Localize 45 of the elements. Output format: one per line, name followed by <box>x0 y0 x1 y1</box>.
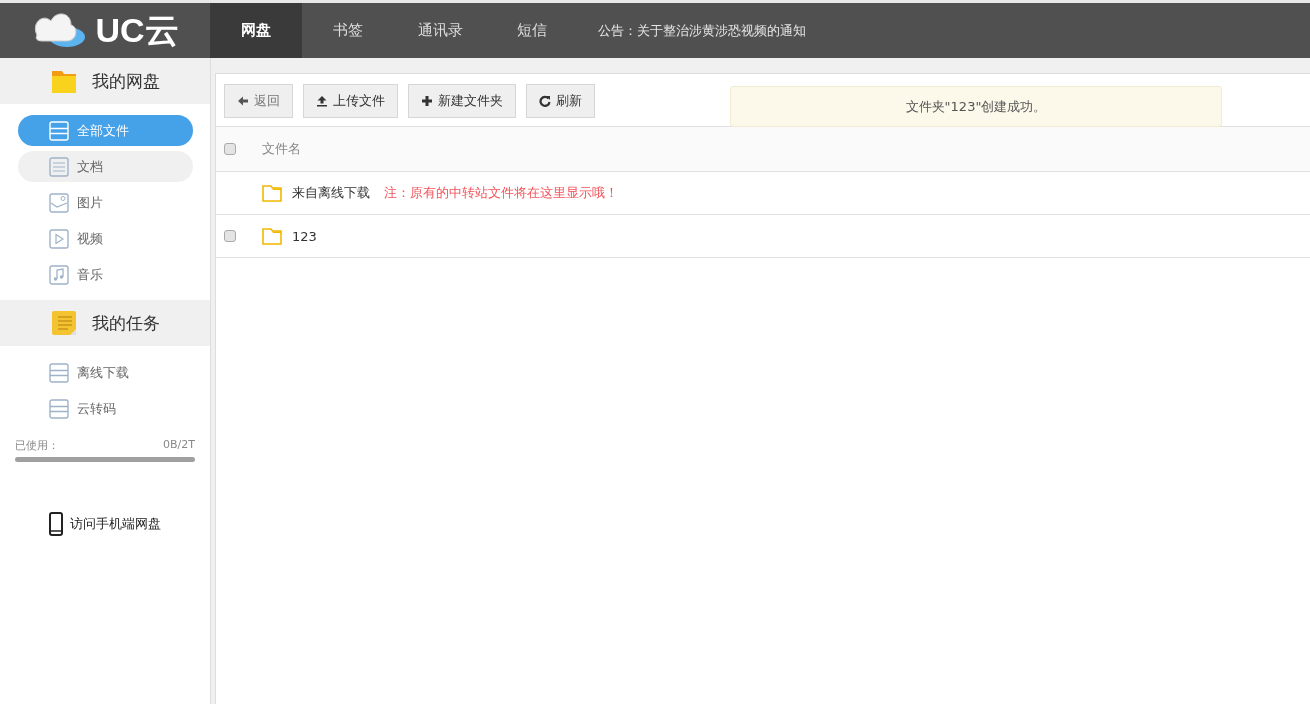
sidebar-item[interactable]: 视频 <box>18 223 193 254</box>
file-row[interactable]: 123 <box>216 215 1310 258</box>
file-row[interactable]: 来自离线下载 注：原有的中转站文件将在这里显示哦！ <box>216 172 1310 215</box>
play-icon <box>49 228 69 249</box>
logo-text: UC云 <box>95 9 179 51</box>
refresh-icon <box>539 95 551 107</box>
list-icon <box>49 120 69 141</box>
arrow-left-icon <box>237 95 249 107</box>
list-icon <box>49 398 69 419</box>
announcement-link[interactable]: 公告：关于整治涉黄涉恐视频的通知 <box>598 21 806 40</box>
toolbar-button[interactable]: 新建文件夹 <box>408 84 516 118</box>
section-title: 我的任务 <box>92 311 160 335</box>
folder-icon <box>262 184 282 202</box>
list-icon <box>49 362 69 383</box>
toolbar-button[interactable]: 返回 <box>224 84 293 118</box>
nav-tab[interactable]: 短信 <box>486 3 578 58</box>
toolbar-button[interactable]: 刷新 <box>526 84 595 118</box>
folder-icon <box>262 227 282 245</box>
sidebar-item[interactable]: 云转码 <box>18 393 193 424</box>
sidebar-item[interactable]: 音乐 <box>18 259 193 290</box>
checkbox[interactable] <box>224 230 236 242</box>
usage-label: 已使用： <box>15 438 59 453</box>
plus-icon <box>421 95 433 107</box>
toolbar-button[interactable]: 上传文件 <box>303 84 398 118</box>
file-name[interactable]: 来自离线下载 <box>292 184 370 202</box>
music-note-icon <box>49 264 69 285</box>
phone-icon <box>49 512 63 536</box>
notepad-icon <box>50 309 78 337</box>
picture-icon <box>49 192 69 213</box>
nav-tab[interactable]: 书签 <box>302 3 394 58</box>
document-icon <box>49 156 69 177</box>
mobile-link[interactable]: 访问手机端网盘 <box>70 515 161 533</box>
sidebar-item[interactable]: 图片 <box>18 187 193 218</box>
upload-icon <box>316 95 328 107</box>
sidebar-item[interactable]: 离线下载 <box>18 357 193 388</box>
nav-tab[interactable]: 网盘 <box>210 3 302 58</box>
usage-value: 0B/2T <box>163 438 195 453</box>
section-title: 我的网盘 <box>92 69 160 93</box>
success-notice: 文件夹"123"创建成功。 <box>730 86 1222 127</box>
checkbox[interactable] <box>224 143 236 155</box>
column-header: 文件名 <box>262 140 301 158</box>
note-text: 注：原有的中转站文件将在这里显示哦！ <box>384 184 618 202</box>
nav-tab[interactable]: 通讯录 <box>394 3 486 58</box>
sidebar-item[interactable]: 文档 <box>18 151 193 182</box>
file-name[interactable]: 123 <box>292 228 317 244</box>
